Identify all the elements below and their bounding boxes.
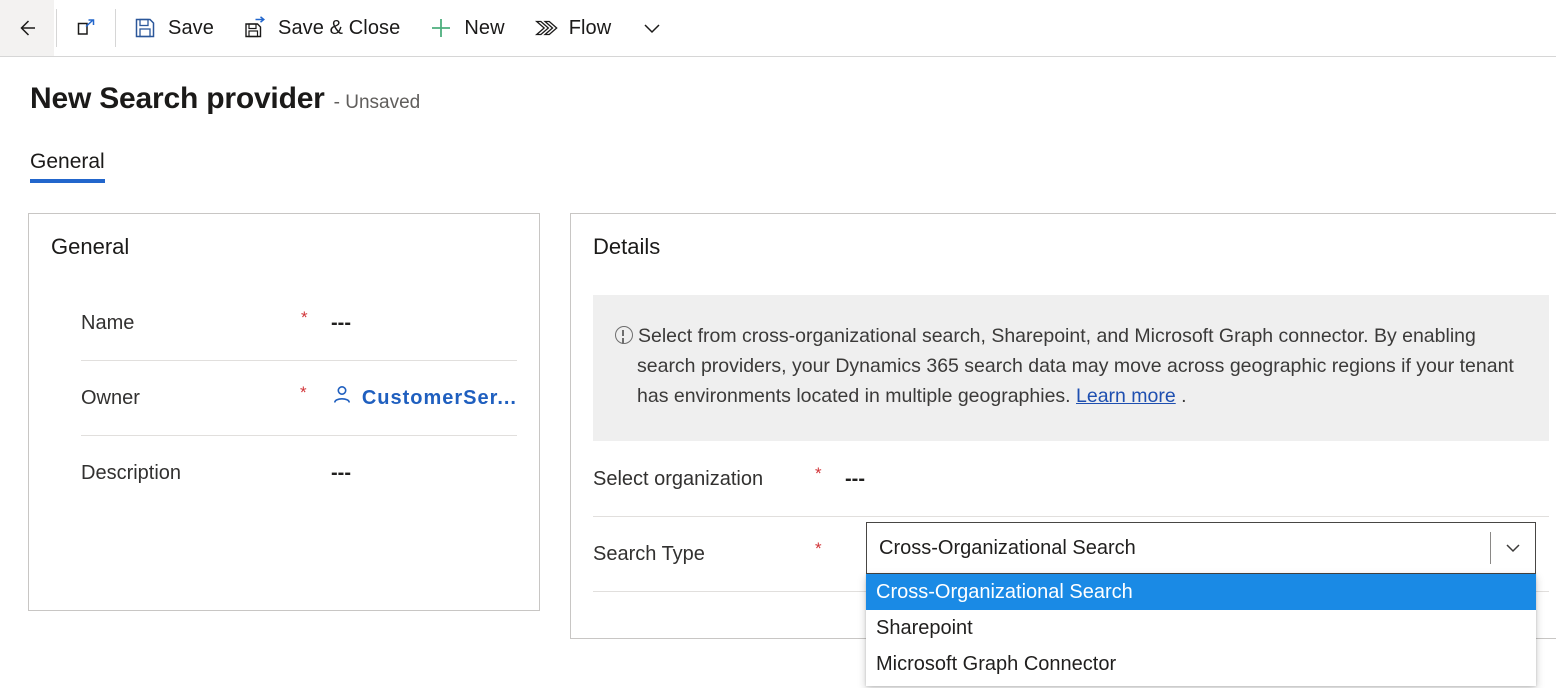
option-cross-organizational-search[interactable]: Cross-Organizational Search xyxy=(866,574,1536,610)
toolbar-divider-2 xyxy=(115,9,116,47)
flow-button[interactable]: Flow xyxy=(519,0,626,56)
details-card-title: Details xyxy=(593,234,661,259)
chevron-down-icon[interactable] xyxy=(1491,537,1535,559)
popout-icon xyxy=(73,15,99,41)
new-button[interactable]: New xyxy=(414,0,518,56)
tab-general-label: General xyxy=(30,150,105,173)
notice-text-block: Select from cross-organizational search,… xyxy=(615,321,1529,411)
description-field-label: Description xyxy=(81,461,182,484)
command-bar: Save Save & Close New Flow xyxy=(0,0,1556,57)
option-label: Cross-Organizational Search xyxy=(876,580,1133,603)
chevron-down-icon xyxy=(639,15,665,41)
name-field-value[interactable]: --- xyxy=(331,312,351,335)
general-field-list: Name * --- Owner * CustomerSer... Descri… xyxy=(81,286,517,510)
option-label: Microsoft Graph Connector xyxy=(876,652,1117,675)
name-required-asterisk: * xyxy=(301,308,308,327)
search-type-option-list: Cross-Organizational Search Sharepoint M… xyxy=(866,574,1536,686)
info-icon xyxy=(615,326,633,344)
back-arrow-icon xyxy=(14,15,40,41)
search-type-combobox[interactable]: Cross-Organizational Search xyxy=(866,522,1536,574)
flow-icon xyxy=(533,15,559,41)
save-icon xyxy=(132,15,158,41)
save-close-icon xyxy=(242,15,268,41)
field-row-owner: Owner * CustomerSer... xyxy=(81,360,517,435)
field-row-select-organization: Select organization * --- xyxy=(593,442,1549,516)
save-button-label: Save xyxy=(168,16,214,39)
select-organization-label: Select organization xyxy=(593,467,764,490)
overflow-button[interactable] xyxy=(625,0,679,56)
flow-button-label: Flow xyxy=(568,16,612,39)
notice-banner: Select from cross-organizational search,… xyxy=(593,295,1549,441)
learn-more-link[interactable]: Learn more xyxy=(1076,385,1176,407)
select-organization-required-asterisk: * xyxy=(815,464,822,483)
description-field-value[interactable]: --- xyxy=(331,462,351,485)
search-type-required-asterisk: * xyxy=(815,539,822,558)
search-type-combobox-value: Cross-Organizational Search xyxy=(879,536,1136,559)
notice-suffix: . xyxy=(1175,385,1187,407)
tab-list: General xyxy=(30,150,105,183)
field-row-description: Description --- xyxy=(81,435,517,510)
new-button-label: New xyxy=(464,16,505,39)
save-button[interactable]: Save xyxy=(118,0,228,56)
person-icon xyxy=(330,383,354,413)
owner-field-value[interactable]: CustomerSer... xyxy=(330,383,517,413)
search-type-label: Search Type xyxy=(593,542,705,565)
plus-icon xyxy=(428,15,454,41)
general-card: General Name * --- Owner * CustomerSer..… xyxy=(28,213,540,611)
page-title-row: New Search provider - Unsaved xyxy=(30,82,420,116)
toolbar-divider-1 xyxy=(56,9,57,47)
record-status: - Unsaved xyxy=(333,92,421,113)
popout-button[interactable] xyxy=(59,0,113,56)
page-title: New Search provider xyxy=(30,82,325,115)
save-and-close-button[interactable]: Save & Close xyxy=(228,0,414,56)
select-organization-value[interactable]: --- xyxy=(845,468,865,491)
field-row-name: Name * --- xyxy=(81,286,517,360)
name-field-label: Name xyxy=(81,311,135,334)
save-and-close-button-label: Save & Close xyxy=(278,16,401,39)
tab-general[interactable]: General xyxy=(30,150,105,183)
option-microsoft-graph-connector[interactable]: Microsoft Graph Connector xyxy=(866,646,1536,682)
owner-required-asterisk: * xyxy=(299,383,307,402)
owner-field-label: Owner xyxy=(81,386,140,409)
option-sharepoint[interactable]: Sharepoint xyxy=(866,610,1536,646)
back-button[interactable] xyxy=(0,0,54,56)
general-card-title: General xyxy=(51,234,130,259)
option-label: Sharepoint xyxy=(876,616,973,639)
owner-lookup-link[interactable]: CustomerSer... xyxy=(362,387,517,410)
